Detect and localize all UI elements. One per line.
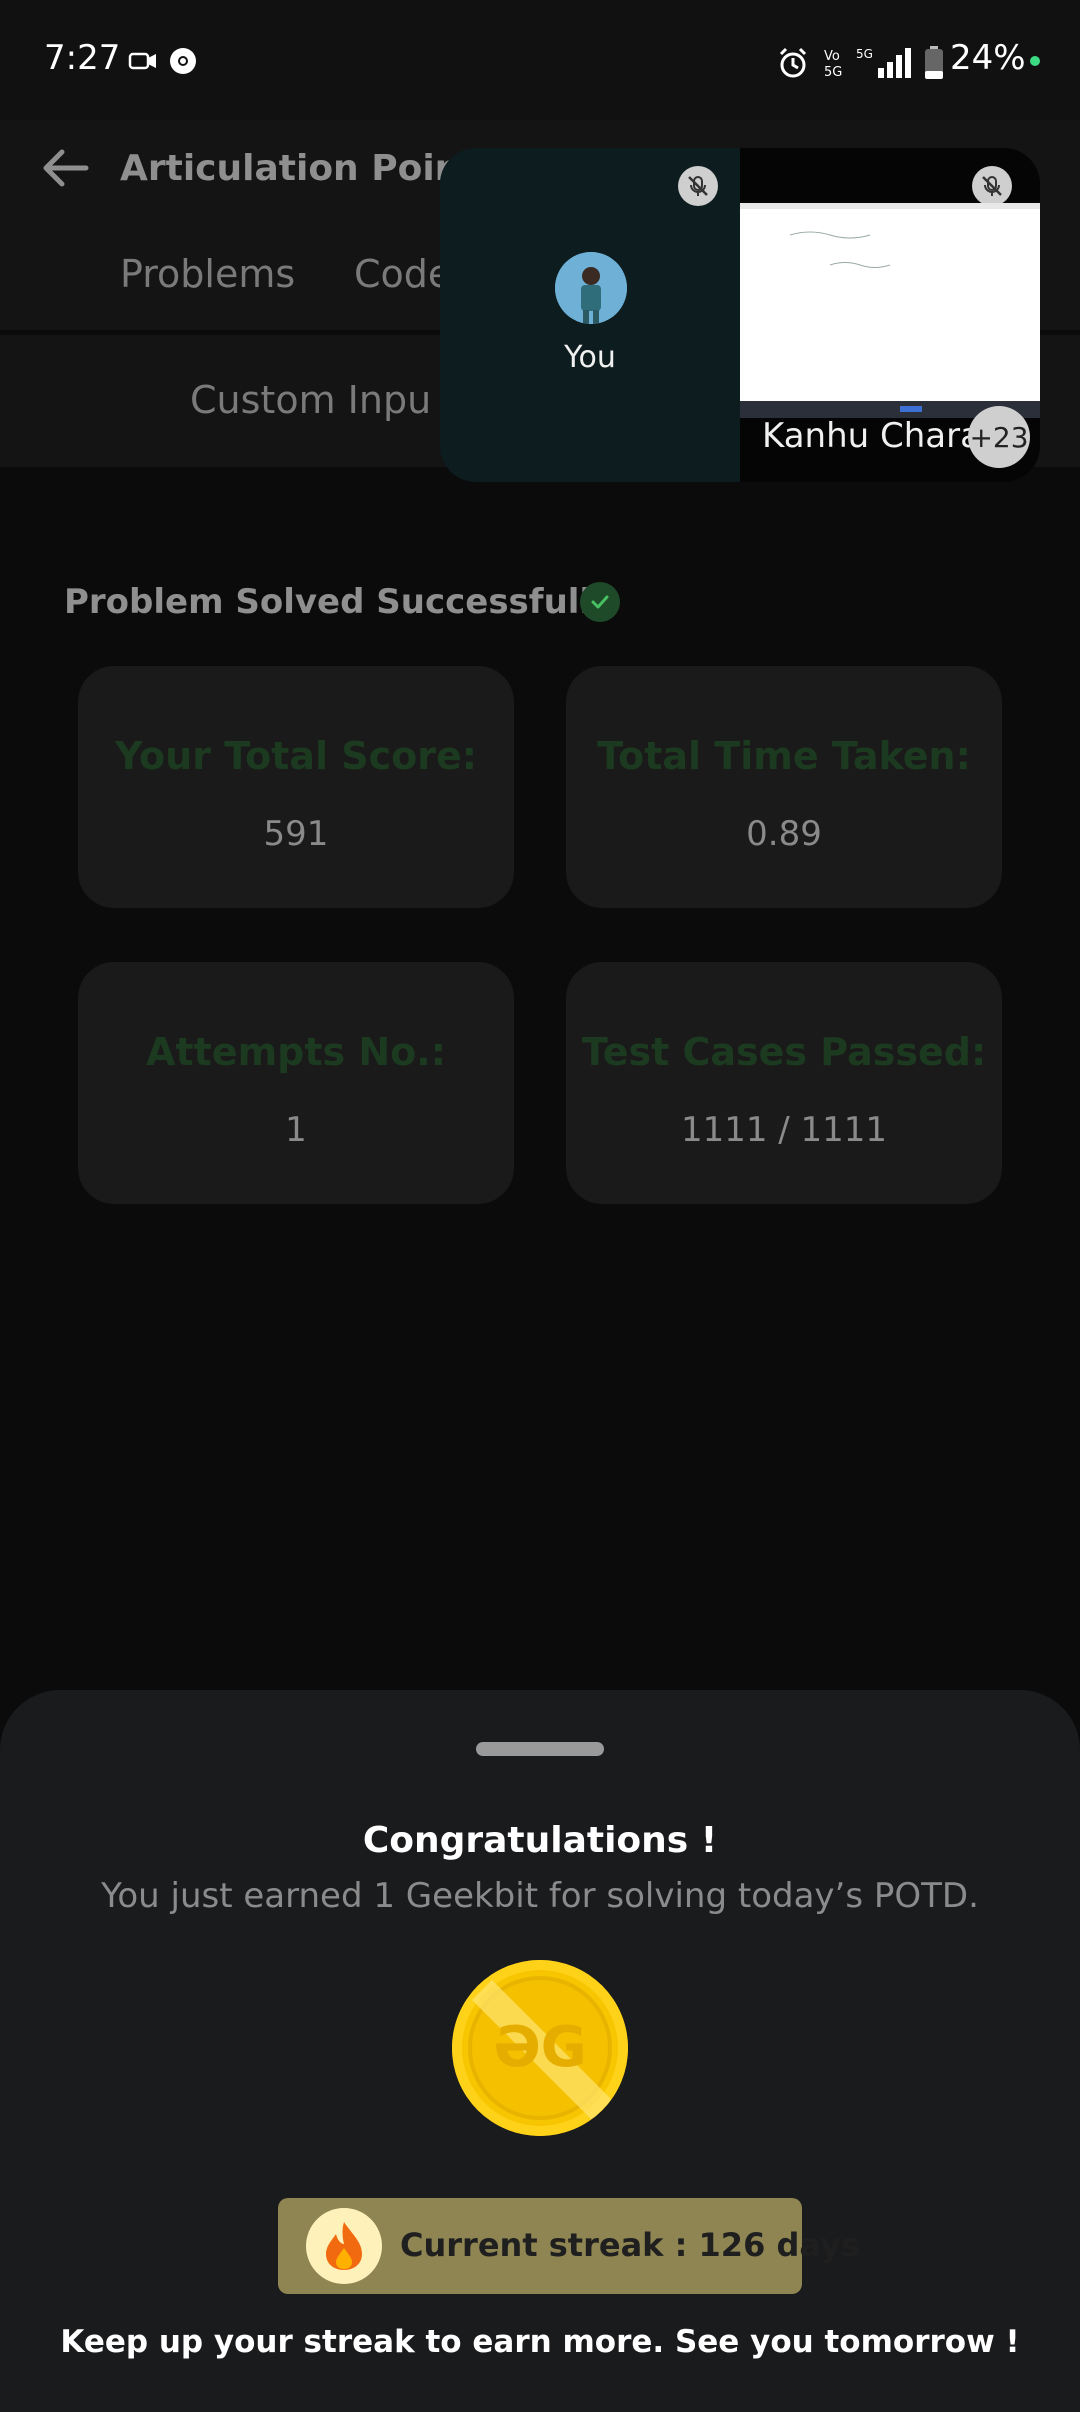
solved-status-label: Problem Solved Successfully bbox=[64, 582, 614, 622]
stat-value: 0.89 bbox=[746, 814, 822, 854]
footer-message: Keep up your streak to earn more. See yo… bbox=[60, 2324, 1020, 2360]
self-tile[interactable]: You bbox=[440, 148, 740, 482]
privacy-dot bbox=[1030, 56, 1040, 66]
congrats-bottom-sheet: Congratulations ! You just earned 1 Geek… bbox=[0, 1690, 1080, 2412]
avatar bbox=[555, 252, 627, 324]
svg-text:5G: 5G bbox=[824, 65, 842, 80]
svg-text:5G: 5G bbox=[856, 47, 873, 61]
svg-text:ƏG: ƏG bbox=[493, 2015, 587, 2080]
status-bar bbox=[0, 0, 1080, 120]
participants-count-badge[interactable]: +23 bbox=[968, 406, 1030, 468]
sheet-drag-handle[interactable] bbox=[476, 1742, 604, 1756]
video-camera-icon bbox=[128, 46, 158, 76]
stat-title: Your Total Score: bbox=[115, 734, 477, 778]
battery-percent: 24% bbox=[950, 38, 1026, 78]
status-time: 7:27 bbox=[44, 38, 121, 78]
alarm-icon bbox=[776, 46, 807, 78]
stat-value: 1111 / 1111 bbox=[680, 1110, 888, 1150]
tab-problems[interactable]: Problems bbox=[120, 252, 295, 296]
streak-text: Current streak : 126 days bbox=[400, 2226, 860, 2264]
congrats-title: Congratulations ! bbox=[362, 1820, 718, 1861]
geekbit-coin-icon: ƏG bbox=[452, 1960, 628, 2136]
custom-input-label: Custom Inpu bbox=[190, 378, 432, 422]
stat-title: Total Time Taken: bbox=[597, 734, 971, 778]
stat-title: Test Cases Passed: bbox=[581, 1030, 987, 1074]
stat-card-score: Your Total Score: 591 bbox=[78, 666, 514, 908]
back-arrow-icon[interactable] bbox=[40, 148, 90, 188]
self-label: You bbox=[564, 340, 616, 375]
svg-text:Vo: Vo bbox=[824, 49, 840, 64]
stat-card-testcases: Test Cases Passed: 1111 / 1111 bbox=[566, 962, 1002, 1204]
mic-off-icon bbox=[678, 166, 718, 206]
remote-tile[interactable]: Kanhu Chara +23 bbox=[740, 148, 1040, 482]
streak-banner: Current streak : 126 days bbox=[278, 2198, 860, 2294]
signal-icon: 5G bbox=[856, 46, 916, 78]
stat-card-time: Total Time Taken: 0.89 bbox=[566, 666, 1002, 908]
stat-card-attempts: Attempts No.: 1 bbox=[78, 962, 514, 1204]
stat-value: 591 bbox=[263, 814, 329, 854]
battery-icon bbox=[924, 46, 944, 79]
mic-off-icon bbox=[972, 166, 1012, 206]
stat-value: 1 bbox=[285, 1110, 307, 1150]
flame-icon bbox=[306, 2208, 382, 2284]
tab-code[interactable]: Code bbox=[354, 252, 451, 296]
volte-icon: Vo 5G bbox=[824, 46, 848, 80]
stat-title: Attempts No.: bbox=[146, 1030, 446, 1074]
remote-participant-name: Kanhu Chara bbox=[762, 416, 981, 456]
check-circle-icon bbox=[580, 582, 620, 622]
earn-message: You just earned 1 Geekbit for solving to… bbox=[101, 1876, 979, 1916]
chrome-icon bbox=[168, 46, 198, 76]
shared-screen-preview bbox=[740, 203, 1040, 418]
video-call-overlay[interactable]: You Kanhu Chara +23 bbox=[440, 148, 1040, 482]
